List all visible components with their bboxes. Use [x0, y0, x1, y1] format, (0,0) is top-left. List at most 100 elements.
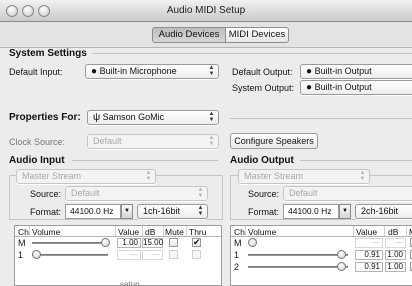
input-stream-popup[interactable]: Master Stream ▲ ▼ — [16, 169, 156, 184]
column-header: Ch — [234, 227, 245, 237]
volume-slider-knob[interactable] — [32, 250, 41, 259]
output-stream-popup[interactable]: Master Stream ▲ ▼ — [238, 169, 370, 184]
output-source-popup[interactable]: Default — [283, 186, 412, 201]
volume-slider-knob[interactable] — [337, 250, 346, 259]
apple-icon: ● — [91, 66, 98, 77]
channel-label: 2 — [234, 262, 240, 272]
apple-icon: ● — [306, 66, 313, 77]
db-cell[interactable]: 1.00 — [385, 250, 406, 260]
system-output-popup[interactable]: ● Built-in Output — [300, 80, 412, 95]
db-cell[interactable]: 1.00 — [385, 262, 406, 272]
output-sample-rate-field[interactable]: 44100.0 Hz — [283, 204, 339, 219]
popup-arrows-icon: ▲ ▼ — [208, 65, 215, 77]
value-cell[interactable]: 0.91 — [355, 262, 383, 272]
configure-speakers-button[interactable]: Configure Speakers — [230, 133, 318, 149]
divider — [353, 226, 354, 236]
output-bit-format-value: 2ch-16bit — [361, 206, 399, 216]
volume-slider-knob[interactable] — [101, 238, 110, 247]
default-input-popup[interactable]: ● Built-in Microphone ▲ ▼ — [85, 64, 219, 79]
value-cell[interactable]: — — [117, 250, 141, 260]
column-header: Volume — [248, 227, 277, 237]
default-output-value: Built-in Output — [314, 66, 372, 76]
popup-arrows-icon: ▲ ▼ — [208, 111, 215, 123]
sample-rate-dropdown-icon[interactable]: ▼ — [339, 204, 351, 219]
output-bit-format-popup[interactable]: 2ch-16bit — [355, 204, 412, 219]
popup-arrows-icon: ▲ ▼ — [359, 170, 366, 182]
divider — [115, 226, 116, 236]
input-source-value: Default — [71, 188, 100, 198]
divider — [300, 160, 412, 161]
tab-midi-devices[interactable]: MIDI Devices — [225, 27, 289, 43]
output-channel-table: Ch Volume Value dB M M — — ✔ 1 0.91 1.00… — [230, 225, 412, 286]
column-header: Value — [356, 227, 378, 237]
default-output-popup[interactable]: ● Built-in Output — [300, 64, 412, 79]
output-stream-value: Master Stream — [244, 171, 304, 181]
volume-slider-track — [32, 242, 108, 244]
output-source-label: Source: — [248, 189, 280, 199]
apple-icon: ● — [306, 82, 313, 93]
audio-input-header: Audio Input — [9, 155, 65, 166]
input-bit-format-popup[interactable]: 1ch-16bit ▲ ▼ — [137, 204, 208, 219]
device-popup[interactable]: ψ Samson GoMic ▲ ▼ — [87, 110, 219, 125]
title-bar: Audio MIDI Setup — [0, 0, 412, 22]
input-stream-value: Master Stream — [22, 171, 82, 181]
default-output-label: Default Output: — [232, 67, 293, 77]
divider — [92, 53, 412, 54]
usb-icon: ψ — [93, 112, 101, 123]
column-header: Ch — [18, 227, 29, 237]
audio-output-header: Audio Output — [230, 155, 294, 166]
db-cell[interactable]: — — [385, 238, 406, 248]
value-cell[interactable]: 1.00 — [117, 238, 141, 248]
output-format-label: Format: — [248, 207, 280, 217]
popup-arrows-icon: ▲ ▼ — [145, 170, 152, 182]
input-format-label: Format: — [30, 207, 62, 217]
column-header: Mute — [165, 227, 184, 237]
divider — [142, 226, 143, 236]
input-channel-table: Ch Volume Value dB Mute Thru M 1.00 15.0… — [14, 225, 222, 286]
volume-slider-track — [32, 254, 108, 256]
sample-rate-dropdown-icon[interactable]: ▼ — [121, 204, 133, 219]
input-sample-rate-field[interactable]: 44100.0 Hz — [65, 204, 121, 219]
thru-checkbox[interactable]: ✔ — [192, 238, 201, 247]
clock-source-popup[interactable]: Default ▲ ▼ — [87, 134, 219, 149]
value-cell[interactable]: — — [355, 238, 383, 248]
volume-slider-knob[interactable] — [337, 262, 346, 271]
input-bit-format-value: 1ch-16bit — [143, 206, 181, 216]
column-header: Volume — [32, 227, 61, 237]
column-header: dB — [388, 227, 399, 237]
volume-slider-track — [248, 266, 348, 268]
volume-slider-knob[interactable] — [248, 238, 257, 247]
device-name: Samson GoMic — [102, 112, 165, 122]
db-cell[interactable]: 15.00 — [142, 238, 163, 248]
output-source-value: Default — [289, 188, 318, 198]
divider — [406, 226, 407, 236]
column-header: Thru — [189, 227, 207, 237]
divider — [245, 226, 246, 236]
mute-checkbox[interactable] — [169, 238, 178, 247]
value-cell[interactable]: 0.91 — [355, 250, 383, 260]
channel-label: M — [234, 238, 242, 248]
toolbar: Audio Devices MIDI Devices — [0, 22, 412, 48]
channel-label: 1 — [234, 250, 240, 260]
default-input-value: Built-in Microphone — [99, 66, 177, 76]
divider — [72, 160, 218, 161]
db-cell[interactable]: — — [142, 250, 163, 260]
window-title: Audio MIDI Setup — [166, 5, 246, 16]
tab-audio-devices[interactable]: Audio Devices — [152, 27, 226, 43]
input-source-label: Source: — [30, 189, 62, 199]
clock-source-value: Default — [93, 136, 122, 146]
channel-label: 1 — [18, 250, 24, 260]
thru-checkbox[interactable] — [192, 250, 201, 259]
divider — [186, 226, 187, 236]
system-output-label: System Output: — [232, 83, 295, 93]
mute-checkbox[interactable] — [169, 250, 178, 259]
divider — [29, 226, 30, 236]
system-output-value: Built-in Output — [314, 82, 372, 92]
properties-for-label: Properties For: — [9, 112, 81, 123]
divider — [230, 118, 412, 119]
default-input-label: Default Input: — [9, 67, 63, 77]
popup-arrows-icon: ▲ ▼ — [208, 135, 215, 147]
input-source-popup[interactable]: Default ▲ ▼ — [65, 186, 208, 201]
divider — [163, 226, 164, 236]
channel-label: M — [18, 238, 26, 248]
